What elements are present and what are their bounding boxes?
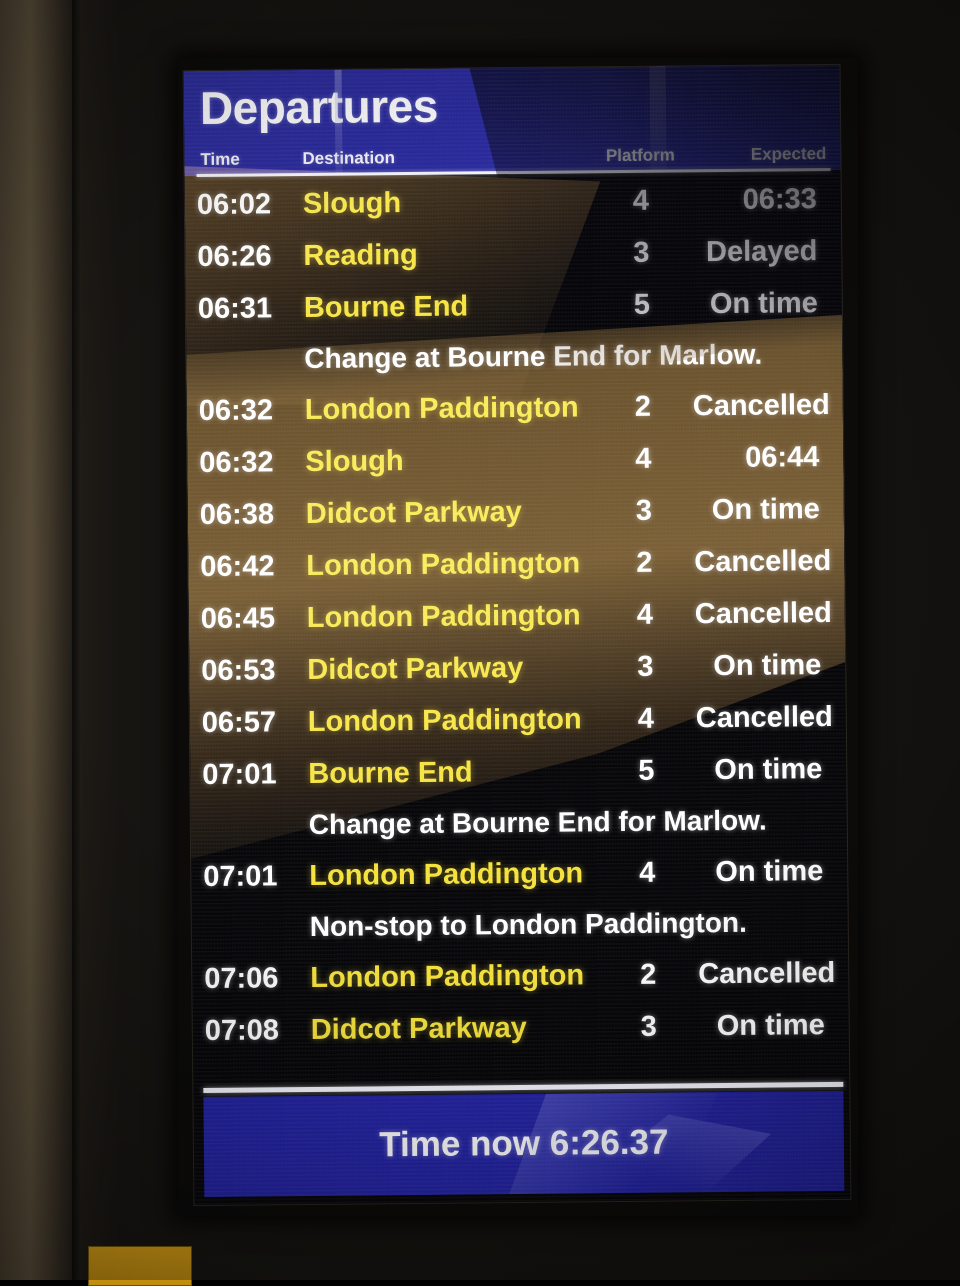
departure-platform: 4 bbox=[637, 702, 655, 735]
departure-destination: Didcot Parkway bbox=[310, 1011, 527, 1046]
departure-row: 06:57 London Paddington 4 Cancelled bbox=[190, 691, 846, 749]
column-header-destination: Destination bbox=[302, 148, 396, 169]
departure-platform: 3 bbox=[637, 650, 654, 683]
departure-expected: On time bbox=[713, 648, 822, 682]
departure-row: 06:53 Didcot Parkway 3 On time bbox=[189, 639, 845, 697]
departure-expected: On time bbox=[711, 492, 820, 526]
departure-row: 06:32 London Paddington 2 Cancelled bbox=[187, 379, 843, 437]
departure-platform: 5 bbox=[638, 754, 655, 787]
departure-expected: Cancelled bbox=[692, 388, 830, 422]
departure-row: 07:08 Didcot Parkway 3 On time bbox=[193, 999, 849, 1057]
departure-destination: Didcot Parkway bbox=[305, 495, 522, 530]
departure-row: 07:01 Bourne End 5 On time bbox=[190, 743, 846, 801]
departure-platform: 3 bbox=[635, 494, 653, 527]
departure-platform: 4 bbox=[636, 598, 654, 631]
departure-time: 06:38 bbox=[199, 497, 275, 531]
departure-time: 06:26 bbox=[197, 239, 272, 273]
departure-platform: 5 bbox=[633, 288, 651, 321]
departure-destination: Bourne End bbox=[308, 755, 473, 790]
service-note-row: Non-stop to London Paddington. bbox=[192, 897, 848, 953]
departure-row: 07:01 London Paddington 4 On time bbox=[191, 845, 847, 903]
departure-destination: London Paddington bbox=[306, 546, 581, 582]
departure-expected: On time bbox=[716, 1008, 825, 1042]
departure-destination: Didcot Parkway bbox=[307, 651, 524, 686]
departure-expected: Cancelled bbox=[694, 544, 832, 578]
departure-row: 06:38 Didcot Parkway 3 On time bbox=[188, 483, 844, 541]
departure-platform: 4 bbox=[632, 184, 650, 217]
departure-time: 07:01 bbox=[202, 757, 277, 791]
page-title: Departures bbox=[199, 79, 439, 135]
departure-board-screen: Departures Time Destination Platform Exp… bbox=[182, 63, 852, 1207]
board-header: Departures Time Destination Platform Exp… bbox=[183, 64, 841, 177]
departure-time: 06:57 bbox=[201, 705, 277, 739]
departure-expected: Cancelled bbox=[694, 596, 832, 630]
departure-expected: Cancelled bbox=[695, 700, 833, 734]
departure-expected: On time bbox=[709, 286, 818, 320]
service-note-text: Non-stop to London Paddington. bbox=[309, 906, 747, 943]
departure-platform: 3 bbox=[633, 236, 650, 269]
departure-expected: 06:33 bbox=[742, 182, 817, 216]
departure-row: 07:06 London Paddington 2 Cancelled bbox=[192, 947, 848, 1005]
departure-row: 06:32 Slough 4 06:44 bbox=[187, 431, 843, 489]
departure-time: 06:02 bbox=[196, 187, 272, 221]
column-header-platform: Platform bbox=[605, 145, 675, 166]
departure-time: 06:53 bbox=[201, 653, 276, 687]
departure-destination: London Paddington bbox=[304, 390, 579, 426]
departure-platform: 4 bbox=[635, 442, 652, 475]
departure-platform: 2 bbox=[634, 390, 652, 423]
departure-destination: London Paddington bbox=[310, 958, 585, 994]
current-time-text: Time now 6:26.37 bbox=[379, 1122, 669, 1165]
departure-platform: 4 bbox=[639, 856, 656, 889]
departure-destination: London Paddington bbox=[309, 856, 584, 892]
glare-band-left bbox=[334, 69, 343, 175]
departure-time: 06:45 bbox=[200, 601, 276, 635]
departure-platform: 2 bbox=[640, 958, 657, 991]
departure-platform: 3 bbox=[640, 1010, 657, 1043]
departure-row: 06:26 Reading 3 Delayed bbox=[185, 225, 841, 283]
departure-time: 06:42 bbox=[200, 549, 275, 583]
departure-row: 06:42 London Paddington 2 Cancelled bbox=[188, 535, 844, 593]
departure-time: 07:08 bbox=[204, 1013, 280, 1047]
departures-list: 06:02 Slough 4 06:33 06:26 Reading 3 Delayed 06:… bbox=[185, 173, 850, 1079]
departure-expected: 06:44 bbox=[744, 440, 820, 474]
clock-bar: Time now 6:26.37 bbox=[203, 1090, 845, 1198]
departure-time: 07:01 bbox=[203, 859, 278, 893]
departure-row: 06:31 Bourne End 5 On time bbox=[186, 277, 842, 335]
departure-row: 06:02 Slough 4 06:33 bbox=[185, 173, 841, 231]
departure-expected: On time bbox=[714, 752, 823, 786]
departure-destination: Slough bbox=[305, 444, 404, 478]
wall-pillar bbox=[0, 0, 76, 1280]
departure-destination: London Paddington bbox=[306, 598, 581, 634]
departure-expected: Cancelled bbox=[698, 956, 836, 990]
departure-expected: On time bbox=[715, 854, 824, 888]
departure-time: 06:31 bbox=[197, 291, 273, 325]
departure-destination: Bourne End bbox=[303, 289, 469, 324]
service-note-text: Change at Bourne End for Marlow. bbox=[308, 804, 767, 841]
departure-destination: Reading bbox=[303, 238, 418, 272]
column-header-time: Time bbox=[200, 149, 240, 170]
service-note-row: Change at Bourne End for Marlow. bbox=[186, 329, 842, 385]
departure-platform: 2 bbox=[636, 546, 653, 579]
departure-row: 06:45 London Paddington 4 Cancelled bbox=[189, 587, 845, 645]
departure-time: 07:06 bbox=[204, 961, 279, 995]
departure-time: 06:32 bbox=[199, 445, 274, 479]
departure-time: 06:32 bbox=[198, 393, 274, 427]
service-note-row: Change at Bourne End for Marlow. bbox=[191, 795, 847, 851]
departure-destination: London Paddington bbox=[307, 702, 582, 738]
service-note-text: Change at Bourne End for Marlow. bbox=[304, 338, 763, 375]
amber-sticker bbox=[88, 1246, 192, 1286]
column-header-expected: Expected bbox=[750, 144, 827, 164]
departure-expected: Delayed bbox=[705, 234, 818, 268]
glare-band-right bbox=[649, 66, 667, 172]
departure-destination: Slough bbox=[302, 186, 402, 220]
wall-seam bbox=[72, 0, 82, 1280]
